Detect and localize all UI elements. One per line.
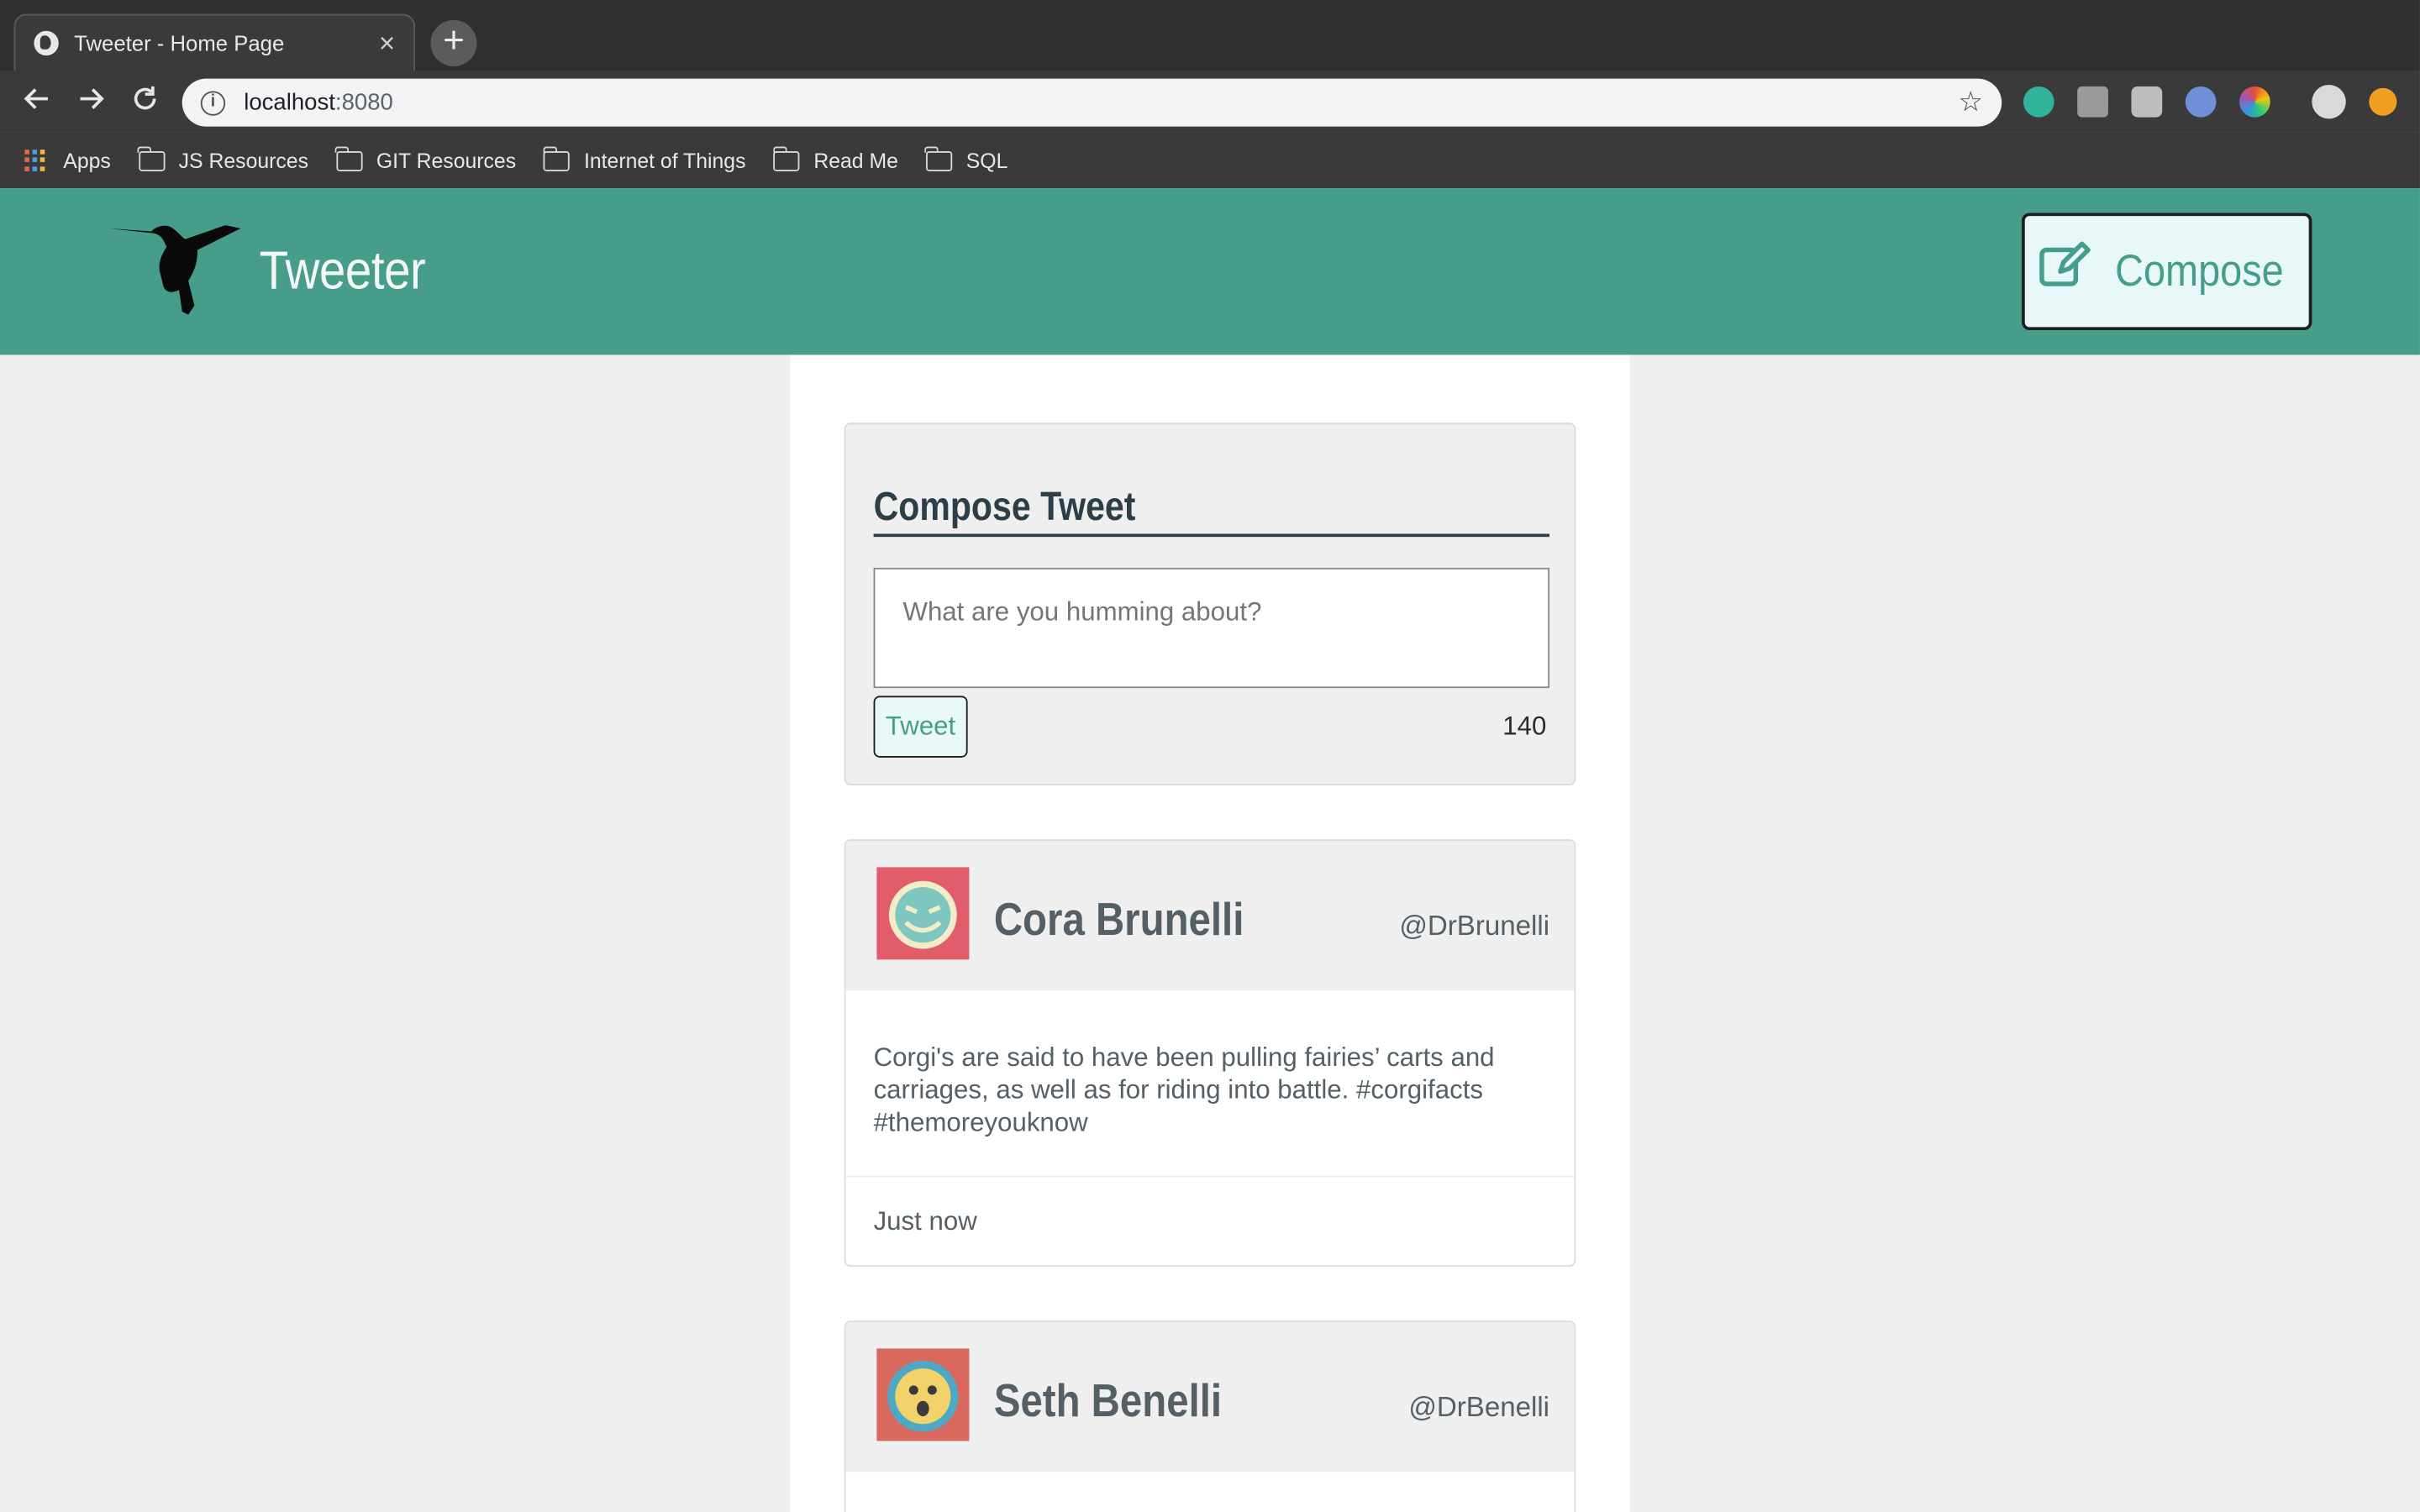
- folder-icon: [335, 145, 363, 171]
- compose-tweet-section: Compose Tweet Tweet 140: [844, 423, 1576, 785]
- tweet-body: Corgi's are said to have been pulling fa…: [873, 1042, 1495, 1137]
- back-icon[interactable]: [18, 83, 55, 120]
- browser-tab-bar: Tweeter - Home Page × +: [0, 0, 2420, 71]
- tweet-author-handle: @DrBenelli: [1408, 1391, 1550, 1423]
- compose-title: Compose Tweet: [873, 483, 1550, 538]
- bookmark-git-resources[interactable]: GIT Resources: [335, 145, 517, 172]
- browser-toolbar: i localhost :8080 ☆: [0, 71, 2420, 133]
- browser-tab[interactable]: Tweeter - Home Page ×: [13, 13, 416, 71]
- tweet-author-name: Seth Benelli: [993, 1376, 1223, 1427]
- tweet-author-handle: @DrBrunelli: [1399, 910, 1550, 942]
- bookmark-read-me[interactable]: Read Me: [772, 145, 898, 172]
- folder-icon: [772, 145, 800, 171]
- extension-icon[interactable]: [2077, 86, 2108, 118]
- reload-icon[interactable]: [127, 83, 164, 120]
- tab-title: Tweeter - Home Page: [74, 30, 285, 56]
- tweet-timestamp: Just now: [873, 1206, 977, 1236]
- profile-avatar[interactable]: [2312, 85, 2346, 119]
- tweet-textarea[interactable]: [873, 567, 1550, 689]
- bookmark-label: SQL: [965, 149, 1008, 172]
- main-container: Compose Tweet Tweet 140: [790, 354, 1630, 1512]
- camera-icon[interactable]: [2131, 86, 2163, 118]
- color-picker-icon[interactable]: [2239, 86, 2270, 118]
- bookmark-apps[interactable]: Apps: [24, 149, 111, 172]
- url-host: localhost: [244, 89, 335, 116]
- extension-icon[interactable]: [2023, 86, 2054, 118]
- bookmark-star-icon[interactable]: ☆: [1959, 87, 1984, 119]
- apps-grid-icon: [24, 149, 48, 172]
- close-tab-icon[interactable]: ×: [379, 27, 395, 60]
- tweet-author-name: Cora Brunelli: [993, 895, 1244, 946]
- compose-label: Compose: [2114, 245, 2284, 296]
- address-bar[interactable]: i localhost :8080 ☆: [182, 78, 2002, 127]
- page: Tweeter Compose Compose Tweet Tweet 140: [0, 188, 2420, 1512]
- bookmark-js-resources[interactable]: JS Resources: [137, 145, 309, 172]
- bookmark-sql[interactable]: SQL: [925, 145, 1008, 172]
- bookmark-internet-of-things[interactable]: Internet of Things: [543, 145, 746, 172]
- avatar: [876, 1348, 970, 1441]
- hummingbird-logo-icon: [105, 216, 247, 325]
- new-tab-button[interactable]: +: [430, 19, 477, 66]
- site-nav: Tweeter Compose: [0, 188, 2420, 355]
- site-info-icon[interactable]: i: [200, 90, 226, 115]
- bookmark-label: Apps: [63, 149, 111, 172]
- tweet-header: Cora Brunelli @DrBrunelli: [845, 841, 1575, 991]
- folder-icon: [543, 145, 571, 171]
- globe-icon: [34, 30, 59, 56]
- tweet-footer: Just now: [845, 1175, 1575, 1266]
- brand-title: Tweeter: [259, 240, 426, 302]
- character-counter: 140: [1502, 711, 1547, 741]
- tweet-card: Seth Benelli @DrBenelli: [844, 1320, 1576, 1512]
- tweet-header: Seth Benelli @DrBenelli: [845, 1322, 1575, 1473]
- bookmark-label: GIT Resources: [376, 149, 517, 172]
- extension-icon[interactable]: [2185, 86, 2217, 118]
- edit-icon: [2039, 241, 2091, 302]
- bookmark-label: Internet of Things: [583, 149, 746, 172]
- tweet-submit-button[interactable]: Tweet: [873, 696, 968, 758]
- screen: Tweeter - Home Page × + i localhost :808…: [0, 0, 2420, 1512]
- folder-icon: [925, 145, 953, 171]
- folder-icon: [137, 145, 166, 171]
- bookmarks-bar: Apps JS Resources GIT Resources Internet…: [0, 132, 2420, 189]
- url-port: :8080: [334, 89, 393, 116]
- bookmark-label: JS Resources: [178, 149, 309, 172]
- avatar: [876, 867, 970, 960]
- compose-button[interactable]: Compose: [2022, 213, 2312, 331]
- bookmark-label: Read Me: [813, 149, 898, 172]
- update-icon[interactable]: [2369, 87, 2397, 116]
- tweet-card: Cora Brunelli @DrBrunelli Corgi's are sa…: [844, 839, 1576, 1267]
- forward-icon[interactable]: [72, 83, 109, 120]
